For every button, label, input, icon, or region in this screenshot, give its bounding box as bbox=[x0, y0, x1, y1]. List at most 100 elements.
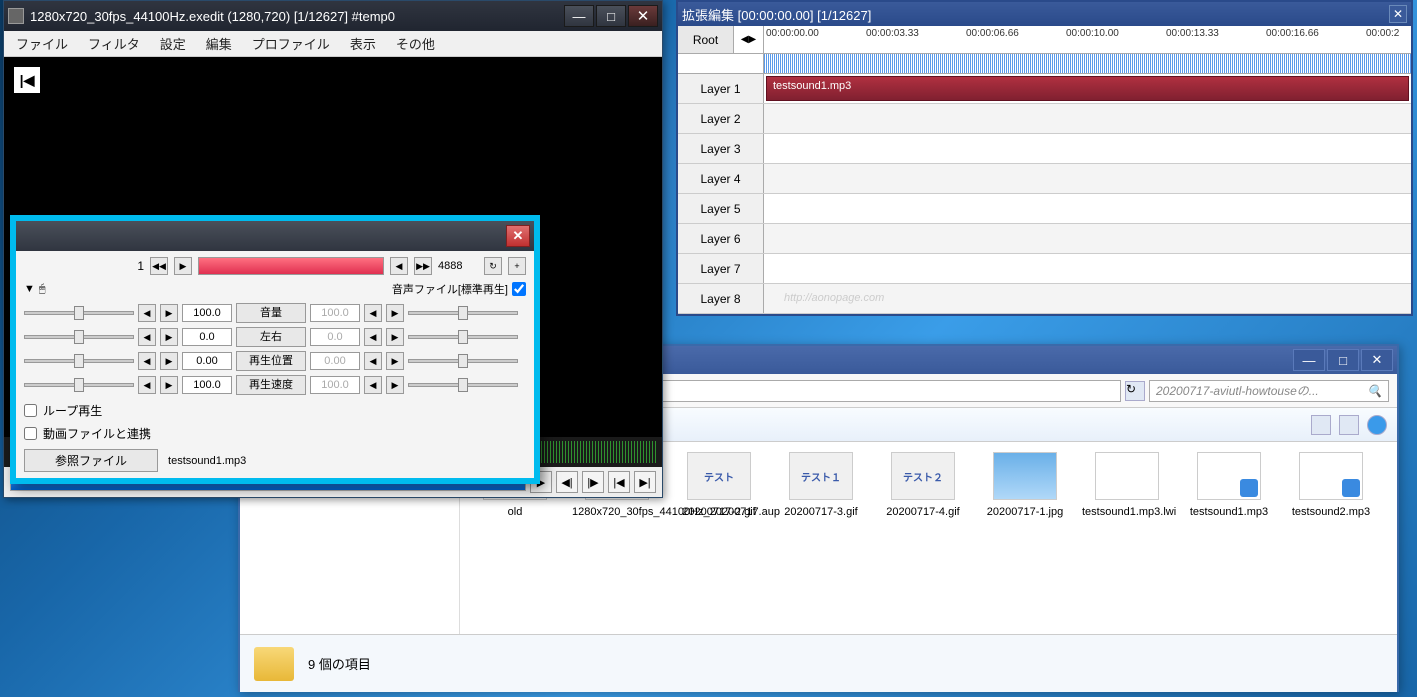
inc-button[interactable]: ▶ bbox=[160, 328, 178, 346]
layer-track[interactable] bbox=[764, 164, 1411, 193]
layer-label[interactable]: Layer 3 bbox=[678, 134, 764, 163]
param-name-button[interactable]: 再生速度 bbox=[236, 375, 306, 395]
layer-track[interactable] bbox=[764, 254, 1411, 283]
preview-pane-button[interactable] bbox=[1339, 415, 1359, 435]
layer-label[interactable]: Layer 1 bbox=[678, 74, 764, 103]
dec-button[interactable]: ◀ bbox=[364, 352, 382, 370]
frame-slider[interactable] bbox=[198, 257, 384, 275]
layer-label[interactable]: Layer 5 bbox=[678, 194, 764, 223]
loop-toggle-button[interactable]: ↻ bbox=[484, 257, 502, 275]
dec-button[interactable]: ◀ bbox=[138, 304, 156, 322]
layer-label[interactable]: Layer 2 bbox=[678, 104, 764, 133]
timeline-ruler[interactable]: 00:00:00.00 00:00:03.33 00:00:06.66 00:0… bbox=[764, 26, 1411, 53]
inc-button[interactable]: ▶ bbox=[386, 352, 404, 370]
file-item[interactable]: testsound1.mp3.lwi bbox=[1082, 452, 1172, 518]
rewind-button[interactable]: |◀ bbox=[608, 471, 630, 493]
param-value-right[interactable]: 100.0 bbox=[310, 304, 360, 322]
dec-button[interactable]: ◀ bbox=[138, 376, 156, 394]
layer-track[interactable] bbox=[764, 224, 1411, 253]
layer-track[interactable] bbox=[764, 104, 1411, 133]
layer-track[interactable] bbox=[764, 134, 1411, 163]
file-item[interactable]: testsound1.mp3 bbox=[1184, 452, 1274, 518]
type-label[interactable]: 音声ファイル[標準再生] bbox=[392, 281, 508, 297]
refresh-button[interactable]: ↻ bbox=[1125, 381, 1145, 401]
layer-track[interactable]: http://aonopage.com bbox=[764, 284, 1411, 313]
help-button[interactable] bbox=[1367, 415, 1387, 435]
timeline-close-button[interactable]: ✕ bbox=[1389, 5, 1407, 23]
file-item[interactable]: 20200717-1.jpg bbox=[980, 452, 1070, 518]
timeline-titlebar[interactable]: 拡張編集 [00:00:00.00] [1/12627] ✕ bbox=[678, 2, 1411, 26]
inc-button[interactable]: ▶ bbox=[386, 376, 404, 394]
param-slider-right[interactable] bbox=[408, 304, 518, 322]
menu-filter[interactable]: フィルタ bbox=[80, 31, 148, 56]
search-input[interactable]: 20200717-aviutl-howtouseの... 🔍 bbox=[1149, 380, 1389, 402]
step-fwd-button[interactable]: |▶ bbox=[582, 471, 604, 493]
main-titlebar[interactable]: 1280x720_30fps_44100Hz.exedit (1280,720)… bbox=[4, 1, 662, 31]
menu-edit[interactable]: 編集 bbox=[198, 31, 240, 56]
param-slider-right[interactable] bbox=[408, 376, 518, 394]
menu-other[interactable]: その他 bbox=[388, 31, 443, 56]
param-slider-left[interactable] bbox=[24, 328, 134, 346]
param-value-right[interactable]: 100.0 bbox=[310, 376, 360, 394]
file-item[interactable]: testsound2.mp3 bbox=[1286, 452, 1376, 518]
param-slider-right[interactable] bbox=[408, 352, 518, 370]
param-value-right[interactable]: 0.0 bbox=[310, 328, 360, 346]
view-options-button[interactable] bbox=[1311, 415, 1331, 435]
maximize-button[interactable]: □ bbox=[596, 5, 626, 27]
dec-button[interactable]: ◀ bbox=[364, 304, 382, 322]
rewind-preview-icon[interactable]: |◀ bbox=[14, 67, 40, 93]
param-value-left[interactable]: 0.00 bbox=[182, 352, 232, 370]
param-value-right[interactable]: 0.00 bbox=[310, 352, 360, 370]
dec-button[interactable]: ◀ bbox=[138, 352, 156, 370]
end-next-button[interactable]: ▶▶ bbox=[414, 257, 432, 275]
param-slider-left[interactable] bbox=[24, 352, 134, 370]
layer-label[interactable]: Layer 7 bbox=[678, 254, 764, 283]
param-name-button[interactable]: 左右 bbox=[236, 327, 306, 347]
dec-button[interactable]: ◀ bbox=[364, 328, 382, 346]
layer-label[interactable]: Layer 4 bbox=[678, 164, 764, 193]
menu-view[interactable]: 表示 bbox=[342, 31, 384, 56]
maximize-button[interactable]: □ bbox=[1327, 349, 1359, 371]
param-name-button[interactable]: 再生位置 bbox=[236, 351, 306, 371]
start-step-button[interactable]: ▶ bbox=[174, 257, 192, 275]
to-end-button[interactable]: ▶| bbox=[634, 471, 656, 493]
browse-file-button[interactable]: 参照ファイル bbox=[24, 449, 158, 472]
param-value-left[interactable]: 100.0 bbox=[182, 304, 232, 322]
close-button[interactable]: ✕ bbox=[628, 5, 658, 27]
step-back-button[interactable]: ◀| bbox=[556, 471, 578, 493]
expand-icon[interactable]: ▼ bbox=[24, 283, 35, 295]
file-item[interactable]: テスト１20200717-3.gif bbox=[776, 452, 866, 518]
inc-button[interactable]: ▶ bbox=[160, 376, 178, 394]
dec-button[interactable]: ◀ bbox=[138, 328, 156, 346]
layer-track[interactable] bbox=[764, 194, 1411, 223]
link-checkbox[interactable] bbox=[24, 427, 37, 440]
scale-header[interactable]: ◀▶ bbox=[734, 26, 764, 53]
dec-button[interactable]: ◀ bbox=[364, 376, 382, 394]
inc-button[interactable]: ▶ bbox=[160, 352, 178, 370]
file-item[interactable]: テスト20200717-2.gif bbox=[674, 452, 764, 518]
type-enable-checkbox[interactable] bbox=[512, 282, 526, 296]
minimize-button[interactable]: — bbox=[1293, 349, 1325, 371]
menu-settings[interactable]: 設定 bbox=[152, 31, 194, 56]
close-button[interactable]: ✕ bbox=[1361, 349, 1393, 371]
param-value-left[interactable]: 0.0 bbox=[182, 328, 232, 346]
inc-button[interactable]: ▶ bbox=[386, 328, 404, 346]
layer-label[interactable]: Layer 6 bbox=[678, 224, 764, 253]
root-button[interactable]: Root bbox=[678, 26, 734, 53]
param-value-left[interactable]: 100.0 bbox=[182, 376, 232, 394]
menu-profile[interactable]: プロファイル bbox=[244, 31, 338, 56]
inc-button[interactable]: ▶ bbox=[160, 304, 178, 322]
layer-track[interactable]: testsound1.mp3 bbox=[764, 74, 1411, 103]
param-slider-left[interactable] bbox=[24, 376, 134, 394]
dialog-close-button[interactable]: ✕ bbox=[506, 225, 530, 247]
menu-file[interactable]: ファイル bbox=[8, 31, 76, 56]
param-name-button[interactable]: 音量 bbox=[236, 303, 306, 323]
add-button[interactable]: + bbox=[508, 257, 526, 275]
dialog-titlebar[interactable]: ✕ bbox=[16, 221, 534, 251]
loop-checkbox[interactable] bbox=[24, 404, 37, 417]
inc-button[interactable]: ▶ bbox=[386, 304, 404, 322]
param-slider-left[interactable] bbox=[24, 304, 134, 322]
file-item[interactable]: テスト２20200717-4.gif bbox=[878, 452, 968, 518]
layer-label[interactable]: Layer 8 bbox=[678, 284, 764, 313]
param-slider-right[interactable] bbox=[408, 328, 518, 346]
